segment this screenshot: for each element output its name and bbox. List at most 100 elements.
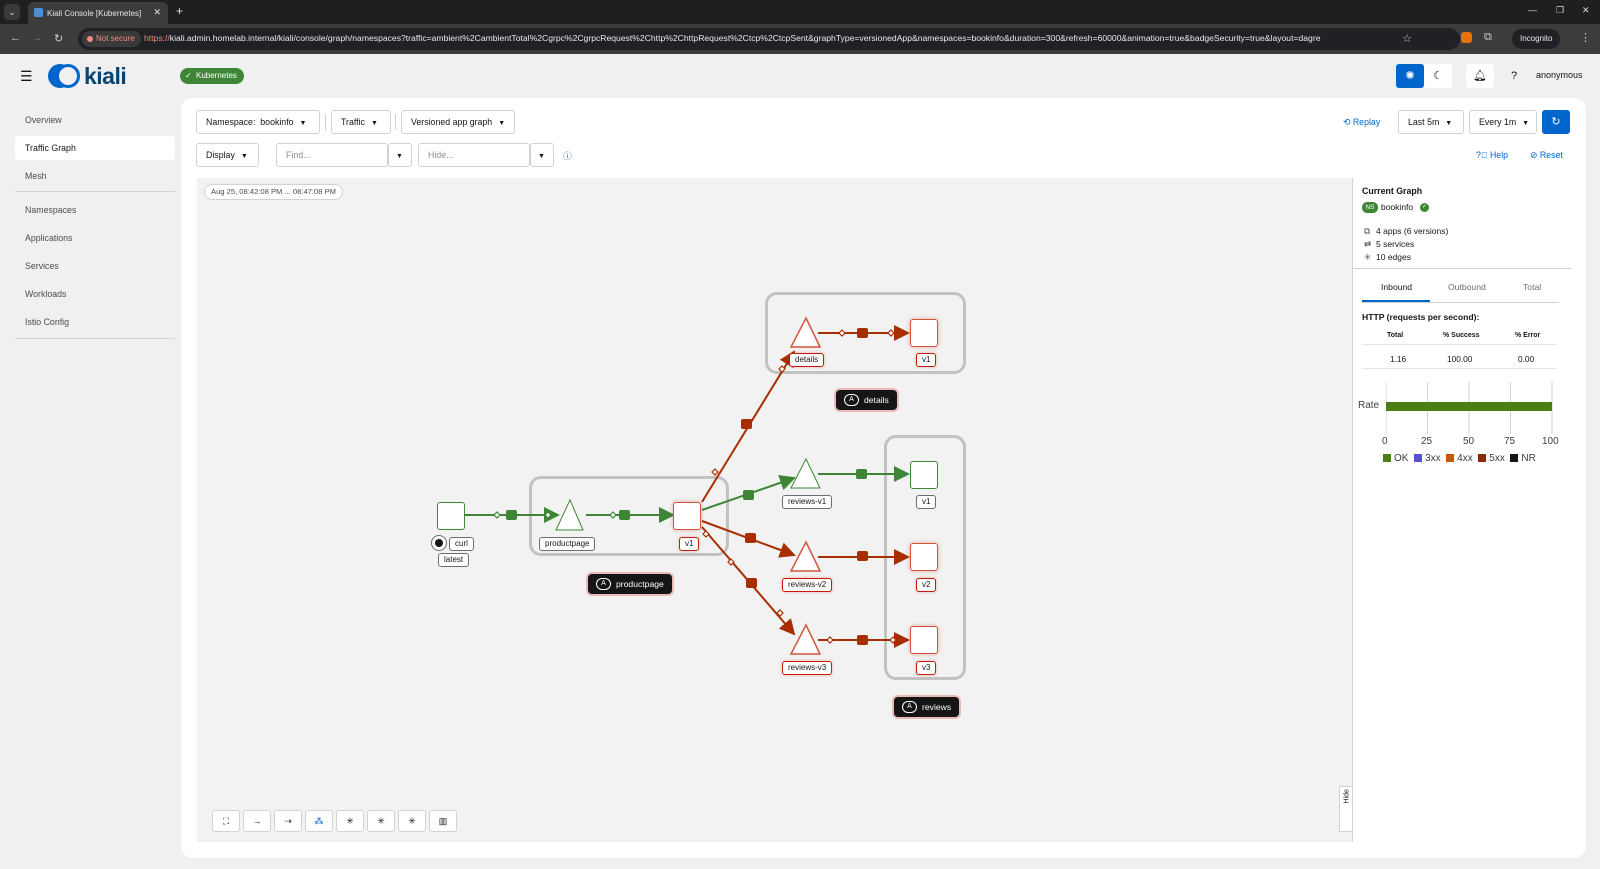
details-v1-node[interactable] xyxy=(910,319,938,347)
user-menu[interactable]: anonymous xyxy=(1536,70,1583,80)
sidebar-item-namespaces[interactable]: Namespaces xyxy=(15,198,175,222)
sidebar-item-traffic-graph[interactable]: Traffic Graph xyxy=(15,136,175,160)
reset-icon: ⊘ xyxy=(1530,150,1538,160)
caret-down-icon: ▼ xyxy=(538,153,545,160)
browser-menu-icon[interactable]: ⋮ xyxy=(1580,31,1591,44)
col-total: Total xyxy=(1387,332,1404,339)
sidebar-item-applications[interactable]: Applications xyxy=(15,226,175,250)
back-icon[interactable]: ← xyxy=(10,32,21,44)
reviews-v2-app-label: v2 xyxy=(916,578,937,592)
layout-default-icon[interactable]: → xyxy=(243,810,271,832)
kiali-masthead: ☰ kiali Kubernetes ✺ ☾ 🔔︎ ? anonymous xyxy=(0,54,1600,98)
tab-inbound[interactable]: Inbound xyxy=(1381,282,1412,292)
close-window-icon[interactable]: ✕ xyxy=(1582,5,1590,16)
graph-timestamp: Aug 25, 08:42:08 PM ... 08:47:08 PM xyxy=(204,184,343,200)
graph-type-dropdown[interactable]: Versioned app graph ▼ xyxy=(401,110,515,134)
find-hide-info-icon[interactable]: ⓘ xyxy=(563,149,572,162)
layout-cose-icon[interactable]: ✳ xyxy=(336,810,364,832)
reviews-v2-node[interactable] xyxy=(910,543,938,571)
help-button[interactable]: ?⃝ Help xyxy=(1476,150,1508,160)
curl-workload-node[interactable] xyxy=(437,502,465,530)
find-input[interactable]: Find... xyxy=(276,143,388,167)
minimize-icon[interactable]: — xyxy=(1528,5,1537,15)
help-question-icon[interactable]: ? xyxy=(1500,64,1528,88)
http-rps-title: HTTP (requests per second): xyxy=(1362,312,1480,322)
legend-map-icon[interactable]: ▥ xyxy=(429,810,457,832)
current-graph-panel xyxy=(1352,178,1571,842)
refresh-button[interactable]: ↻ xyxy=(1542,110,1570,134)
duration-dropdown[interactable]: Last 5m ▼ xyxy=(1398,110,1464,134)
address-bar[interactable]: Not secure https://kiali.admin.homelab.i… xyxy=(78,28,1460,50)
url-text[interactable]: https://kiali.admin.homelab.internal/kia… xyxy=(144,33,1320,43)
traffic-dropdown[interactable]: Traffic ▼ xyxy=(331,110,391,134)
rate-ok-bar xyxy=(1386,402,1552,411)
tab-list-icon[interactable]: ⌄ xyxy=(4,4,20,20)
bookmark-star-icon[interactable]: ☆ xyxy=(1402,32,1412,45)
restore-icon[interactable]: ❐ xyxy=(1556,5,1564,16)
sidebar-item-mesh[interactable]: Mesh xyxy=(15,164,175,188)
replay-button[interactable]: ⟲ Replay xyxy=(1343,117,1380,128)
namespace-link[interactable]: bookinfo xyxy=(1381,202,1413,212)
edges-icon: ✳ xyxy=(1364,252,1372,262)
browser-tab[interactable]: Kiali Console [Kubernetes] ✕ xyxy=(28,2,168,24)
help-circle-icon: ?⃝ xyxy=(1476,150,1488,160)
replay-icon: ⟲ xyxy=(1343,117,1351,127)
hamburger-menu-icon[interactable]: ☰ xyxy=(20,68,33,85)
close-tab-icon[interactable]: ✕ xyxy=(153,7,161,18)
productpage-v1-node[interactable] xyxy=(673,502,701,530)
forward-icon[interactable]: → xyxy=(32,32,43,44)
legend-5xx: 5xx xyxy=(1478,453,1505,464)
layout-dagre-icon[interactable]: ⁂ xyxy=(305,810,333,832)
sidebar-item-workloads[interactable]: Workloads xyxy=(15,282,175,306)
zoom-to-fit-icon[interactable]: ⛶ xyxy=(212,810,240,832)
graph-canvas[interactable] xyxy=(197,178,1352,842)
display-dropdown[interactable]: Display ▼ xyxy=(196,143,259,167)
caret-down-icon: ▼ xyxy=(370,120,378,127)
incognito-badge[interactable]: Incognito xyxy=(1512,29,1561,49)
dark-theme-icon[interactable]: ☾ xyxy=(1424,64,1452,88)
kiali-logo[interactable]: kiali xyxy=(48,62,128,90)
layout-cola-icon[interactable]: ✳ xyxy=(367,810,395,832)
tab-total[interactable]: Total xyxy=(1523,282,1541,292)
light-theme-icon[interactable]: ✺ xyxy=(1396,64,1424,88)
reviews-v3-node[interactable] xyxy=(910,626,938,654)
details-app-label[interactable]: Adetails xyxy=(836,390,897,410)
reviews-v1-node[interactable] xyxy=(910,461,938,489)
apps-icon: ⧉ xyxy=(1364,226,1371,236)
extensions-puzzle-icon[interactable]: ⧉ xyxy=(1484,31,1492,44)
new-tab-icon[interactable]: + xyxy=(176,4,183,18)
legend-3xx: 3xx xyxy=(1414,453,1441,464)
find-options-button[interactable]: ▼ xyxy=(388,143,412,167)
productpage-app-label[interactable]: Aproductpage xyxy=(588,574,672,594)
rate-tick: 100 xyxy=(1542,436,1559,447)
reload-icon[interactable]: ↻ xyxy=(54,32,63,45)
val-error: 0.00 xyxy=(1518,354,1535,364)
hide-panel-toggle[interactable]: Hide xyxy=(1339,786,1353,832)
curl-label: curl xyxy=(449,537,474,551)
panel-title: Current Graph xyxy=(1362,186,1423,196)
sidebar-item-services[interactable]: Services xyxy=(15,254,175,278)
sidebar-divider xyxy=(15,191,175,192)
layout-grid-icon[interactable]: ✳ xyxy=(398,810,426,832)
extension-icon[interactable] xyxy=(1461,32,1472,43)
reset-button[interactable]: ⊘ Reset xyxy=(1530,150,1563,161)
legend-ok: OK xyxy=(1383,453,1408,464)
layout-1-icon[interactable]: ⇢ xyxy=(274,810,302,832)
caret-down-icon: ▼ xyxy=(240,153,248,160)
reviews-app-label[interactable]: Areviews xyxy=(894,697,960,717)
sidebar-nav: Overview Traffic Graph Mesh Namespaces A… xyxy=(0,98,180,869)
tab-outbound[interactable]: Outbound xyxy=(1448,282,1486,292)
hide-options-button[interactable]: ▼ xyxy=(530,143,554,167)
namespace-healthy-icon: ✓ xyxy=(1420,203,1429,212)
notifications-bell-icon[interactable]: 🔔︎ xyxy=(1466,64,1494,88)
services-count: ⇄ 5 services xyxy=(1364,239,1415,249)
col-error: % Error xyxy=(1515,332,1541,339)
sidebar-item-istio-config[interactable]: Istio Config xyxy=(15,310,175,334)
reviews-v1-service-label: reviews-v1 xyxy=(782,495,833,509)
not-secure-badge[interactable]: Not secure xyxy=(82,31,141,47)
refresh-interval-dropdown[interactable]: Every 1m ▼ xyxy=(1469,110,1537,134)
hide-input[interactable]: Hide... xyxy=(418,143,530,167)
sidebar-item-overview[interactable]: Overview xyxy=(15,108,175,132)
legend-nr: NR xyxy=(1510,453,1536,464)
namespace-selector[interactable]: Namespace: bookinfo ▼ xyxy=(196,110,320,134)
